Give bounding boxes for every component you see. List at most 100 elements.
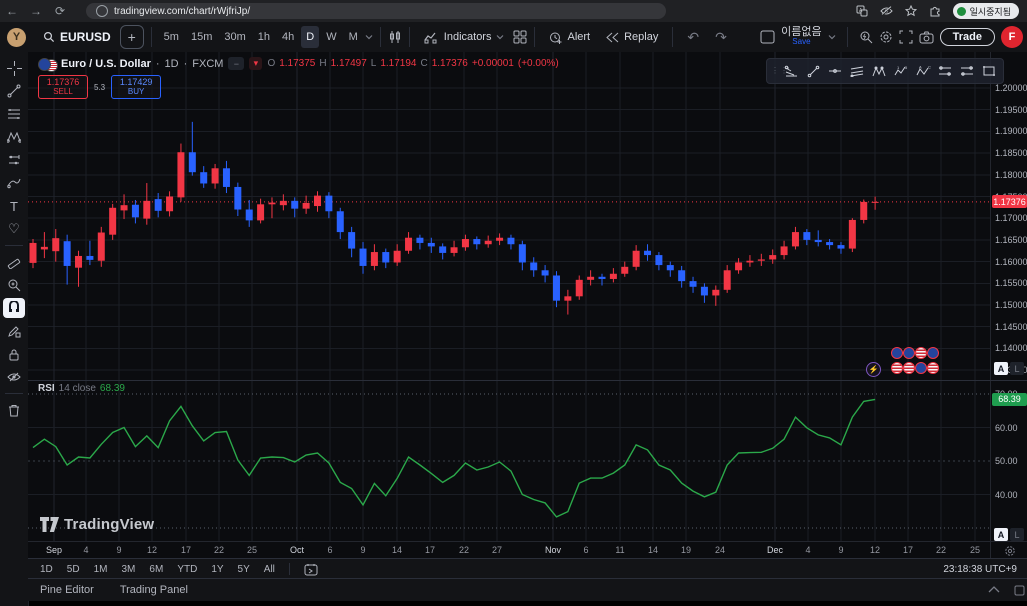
toolbar-drag-handle[interactable]: ⋮⋮	[771, 69, 779, 73]
xabcd-pattern-tool-icon[interactable]	[869, 61, 889, 81]
legend-interval[interactable]: 1D	[165, 58, 179, 70]
eye-off-icon[interactable]	[880, 5, 893, 17]
layout-name-button[interactable]: 이름없음 Save	[781, 27, 821, 47]
range-5d[interactable]: 5D	[67, 564, 80, 575]
quick-search-icon[interactable]	[859, 30, 873, 44]
text-tool-icon[interactable]: T	[3, 196, 25, 216]
symbol-title[interactable]: Euro / U.S. Dollar	[61, 58, 151, 70]
rsi-legend[interactable]: RSI 14 close 68.39	[38, 383, 125, 394]
drawing-mode-tool-icon[interactable]	[3, 321, 25, 341]
time-axis-settings[interactable]	[990, 541, 1027, 559]
sell-button[interactable]: 1.17376 SELL	[38, 75, 88, 99]
range-3m[interactable]: 3M	[122, 564, 136, 575]
fullscreen-icon[interactable]	[899, 30, 913, 44]
time-axis[interactable]: Sep4912172225Oct6914172227Nov611141924De…	[28, 541, 990, 559]
fib-retracement-tool-icon[interactable]	[3, 104, 25, 124]
economic-event-flag-us-icon[interactable]	[891, 362, 903, 374]
log-scale-button[interactable]: L	[1010, 362, 1024, 375]
elliott-wave-tool-icon[interactable]: 15	[891, 61, 911, 81]
economic-event-flag-eu-icon[interactable]	[891, 347, 903, 359]
trade-button[interactable]: Trade	[940, 28, 995, 46]
address-bar[interactable]: tradingview.com/chart/rWjfriJp/	[86, 3, 666, 19]
site-info-icon[interactable]	[96, 5, 108, 17]
economic-event-flag-eu-icon[interactable]	[927, 347, 939, 359]
long-position-tool-icon[interactable]	[935, 61, 955, 81]
rsi-indicator-chart[interactable]	[28, 380, 990, 541]
crosshair-tool-icon[interactable]	[3, 58, 25, 78]
candlestick-chart[interactable]	[28, 52, 990, 380]
interval-30m[interactable]: 30m	[219, 26, 250, 48]
legend-marker-chip[interactable]: ▾	[249, 57, 262, 70]
layout-save-label[interactable]: Save	[792, 37, 810, 47]
economic-event-flag-us-icon[interactable]	[903, 362, 915, 374]
undo-button[interactable]: ↶	[680, 25, 706, 49]
interval-1w[interactable]: W	[321, 26, 341, 48]
panel-maximize-icon[interactable]	[1014, 585, 1025, 596]
pattern-xabcd-tool-icon[interactable]	[3, 127, 25, 147]
lock-drawings-icon[interactable]	[3, 344, 25, 364]
legend-exchange[interactable]: FXCM	[192, 58, 223, 70]
go-to-date-icon[interactable]	[304, 563, 318, 576]
horizontal-line-tool-icon[interactable]	[825, 61, 845, 81]
panel-expand-chevron-icon[interactable]	[988, 585, 1000, 593]
event-flash-icon[interactable]: ⚡	[866, 362, 881, 377]
pitchfork-tool-icon[interactable]	[781, 61, 801, 81]
short-position-tool-icon[interactable]	[957, 61, 977, 81]
zoom-in-tool-icon[interactable]	[3, 275, 25, 295]
abc-pattern-tool-icon[interactable]: AC	[913, 61, 933, 81]
legend-hide-chip[interactable]: −	[228, 57, 244, 70]
auto-scale-button[interactable]: A	[994, 528, 1008, 541]
pane-separator[interactable]	[28, 380, 1027, 381]
alert-button[interactable]: Alert	[542, 25, 597, 49]
interval-1d-active[interactable]: D	[301, 26, 319, 48]
interval-4h[interactable]: 4h	[277, 26, 299, 48]
user-avatar[interactable]: Y	[7, 28, 26, 47]
brush-tool-icon[interactable]	[3, 173, 25, 193]
translate-icon[interactable]: A	[856, 5, 868, 17]
extensions-icon[interactable]	[929, 5, 941, 17]
browser-forward-button[interactable]: →	[24, 4, 48, 18]
rectangle-tool-icon[interactable]	[979, 61, 999, 81]
interval-menu-chevron-icon[interactable]	[365, 33, 373, 41]
interval-1m[interactable]: M	[344, 26, 363, 48]
indicator-templates-icon[interactable]	[513, 30, 527, 44]
layout-select-icon[interactable]	[760, 30, 775, 44]
economic-event-flag-eu-icon[interactable]	[903, 347, 915, 359]
forecast-tool-icon[interactable]	[3, 150, 25, 170]
auto-scale-button[interactable]: A	[994, 362, 1008, 375]
magnet-tool-icon-active[interactable]	[3, 298, 25, 318]
browser-back-button[interactable]: ←	[0, 4, 24, 18]
profile-paused-chip[interactable]: 일시중지됨	[953, 3, 1019, 19]
economic-event-flag-us-icon[interactable]	[927, 362, 939, 374]
layout-chevron-icon[interactable]	[828, 33, 836, 41]
interval-1h[interactable]: 1h	[253, 26, 275, 48]
session-clock[interactable]: 23:18:38 UTC+9	[943, 564, 1027, 575]
range-1m[interactable]: 1M	[94, 564, 108, 575]
hide-drawings-eye-icon[interactable]	[3, 367, 25, 387]
trend-line-tool-icon[interactable]	[803, 61, 823, 81]
emoji-heart-tool-icon[interactable]: ♡	[3, 219, 25, 239]
range-1d[interactable]: 1D	[40, 564, 53, 575]
broker-icon[interactable]: F	[1001, 26, 1023, 48]
parallel-channel-tool-icon[interactable]	[847, 61, 867, 81]
price-axis[interactable]: 1.200001.195001.190001.185001.180001.175…	[990, 52, 1027, 541]
replay-button[interactable]: Replay	[599, 25, 665, 49]
tab-pine-editor[interactable]: Pine Editor	[40, 584, 94, 596]
range-1y[interactable]: 1Y	[211, 564, 223, 575]
measure-ruler-tool-icon[interactable]	[3, 252, 25, 272]
range-all[interactable]: All	[264, 564, 275, 575]
indicators-button[interactable]: Indicators	[417, 25, 512, 49]
browser-reload-button[interactable]: ⟳	[48, 4, 72, 18]
tab-trading-panel[interactable]: Trading Panel	[120, 584, 188, 596]
remove-drawings-trash-icon[interactable]	[3, 400, 25, 420]
range-5y[interactable]: 5Y	[238, 564, 250, 575]
redo-button[interactable]: ↷	[708, 25, 734, 49]
interval-5m[interactable]: 5m	[159, 26, 184, 48]
range-ytd[interactable]: YTD	[177, 564, 197, 575]
trend-line-tool-icon[interactable]	[3, 81, 25, 101]
economic-event-flag-eu-icon[interactable]	[915, 362, 927, 374]
range-6m[interactable]: 6M	[149, 564, 163, 575]
settings-gear-icon[interactable]	[879, 30, 893, 44]
chart-style-candles-icon[interactable]	[388, 30, 402, 44]
compare-add-button[interactable]: +	[120, 25, 144, 49]
